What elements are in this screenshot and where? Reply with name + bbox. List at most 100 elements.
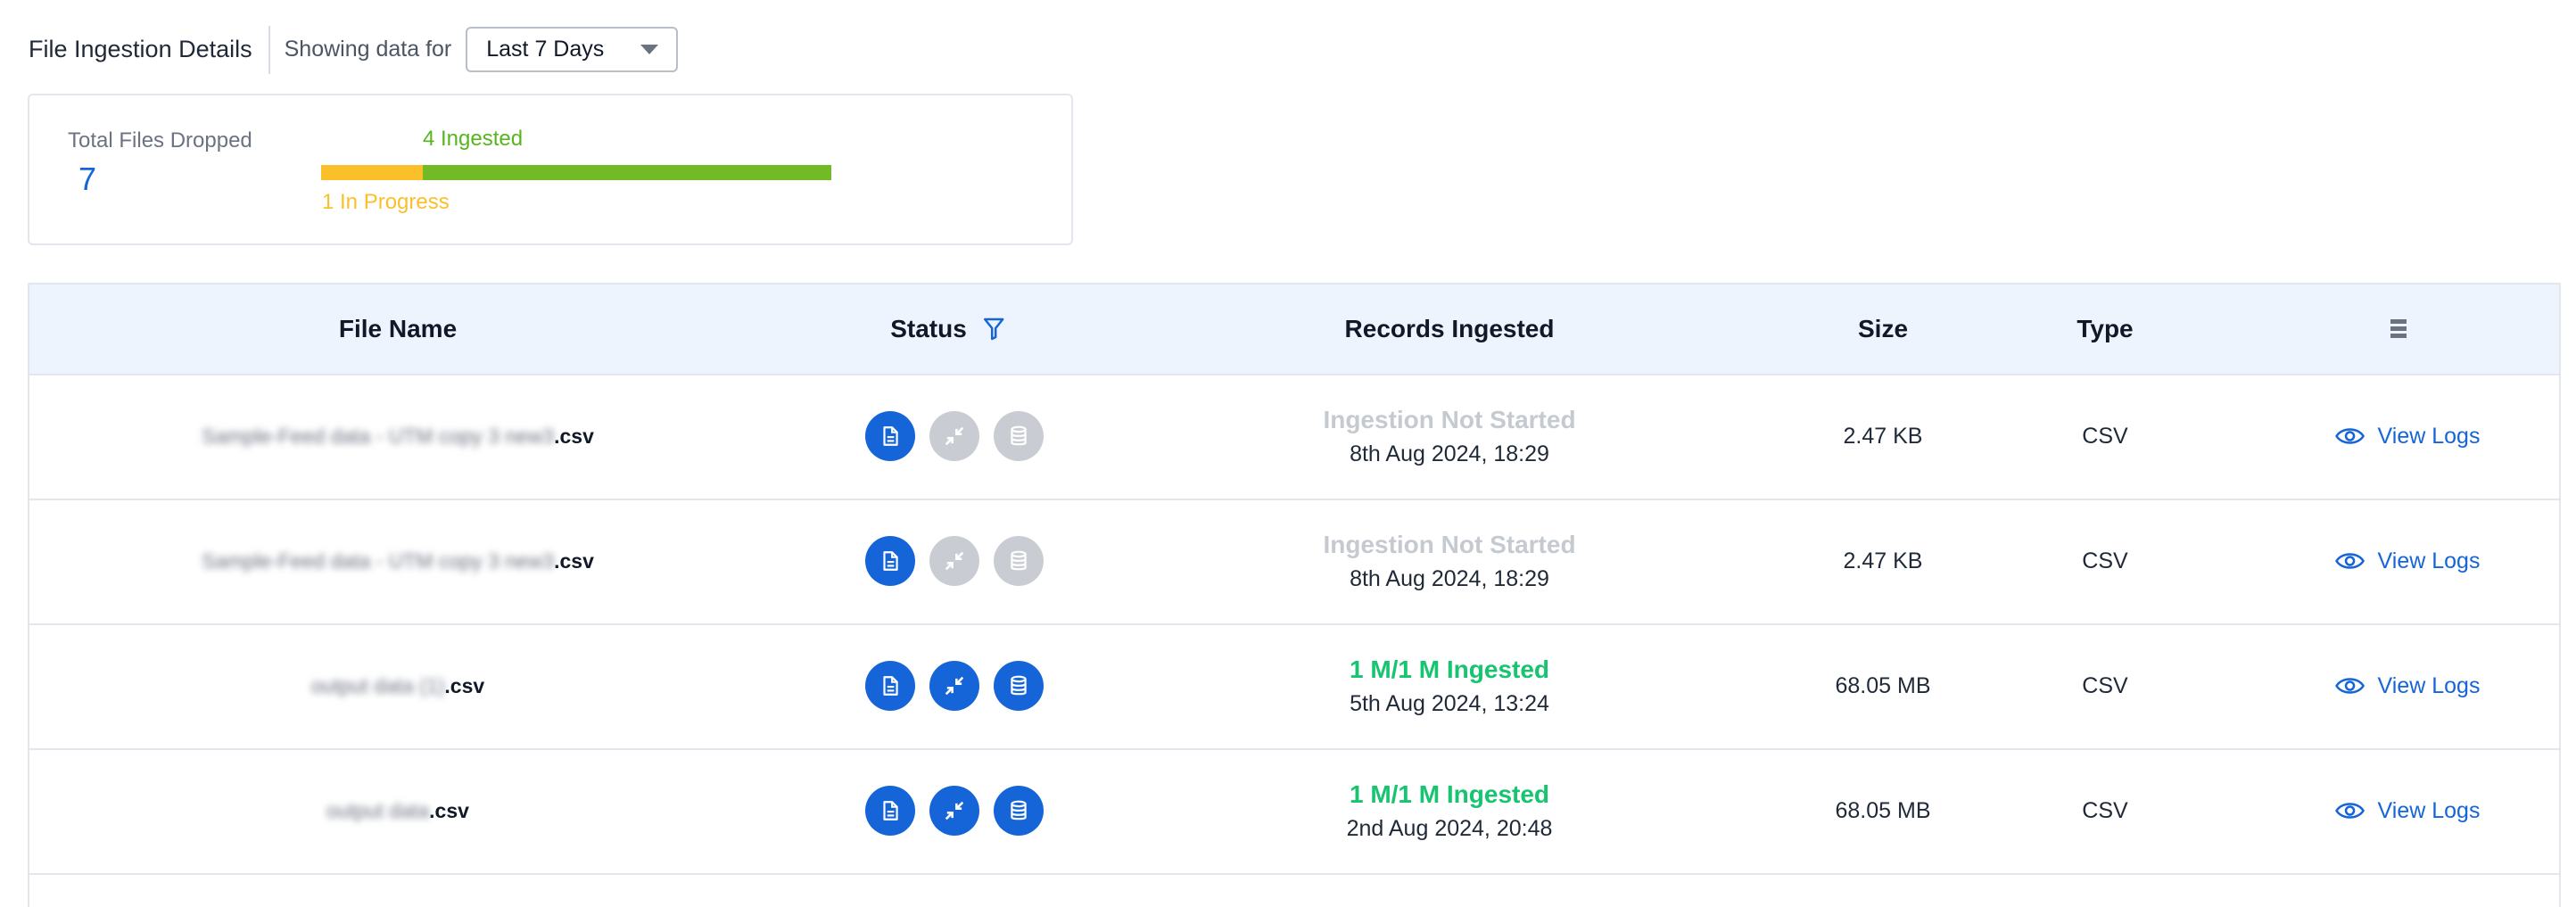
ingestion-date: 8th Aug 2024, 18:29 bbox=[1350, 565, 1549, 591]
file-name-header-label: File Name bbox=[338, 315, 458, 342]
size-cell: 68.05 MB bbox=[1835, 623, 1930, 748]
column-header-records-ingested: Records Ingested bbox=[1345, 284, 1555, 374]
summary-card: Total Files Dropped 7 4 Ingested 1 In Pr… bbox=[28, 94, 1073, 245]
document-icon[interactable] bbox=[865, 786, 915, 836]
eye-icon bbox=[2335, 425, 2378, 447]
file-name-blurred: output data bbox=[326, 798, 430, 822]
ingestion-date: 8th Aug 2024, 18:29 bbox=[1350, 441, 1549, 466]
file-name-cell: Sample-Feed data - UTM copy 3 new3 .csv bbox=[202, 374, 594, 499]
type-cell: CSV bbox=[2082, 623, 2127, 748]
eye-icon bbox=[2335, 550, 2378, 572]
date-range-value: Last 7 Days bbox=[486, 37, 605, 62]
records-status: Ingestion Not Started bbox=[1323, 405, 1576, 433]
file-name-blurred: Sample-Feed data - UTM copy 3 new3 bbox=[202, 424, 555, 448]
status-cell bbox=[865, 748, 1044, 873]
file-extension: .csv bbox=[554, 548, 594, 573]
database-icon[interactable] bbox=[994, 786, 1044, 836]
date-range-select[interactable]: Last 7 Days bbox=[466, 27, 679, 72]
status-cell bbox=[865, 374, 1044, 499]
view-logs-link[interactable]: View Logs bbox=[2335, 748, 2481, 873]
document-icon[interactable] bbox=[865, 536, 915, 586]
compress-arrows-icon[interactable] bbox=[929, 411, 979, 461]
database-icon[interactable] bbox=[994, 661, 1044, 711]
file-name: output data .csv bbox=[326, 799, 469, 823]
ingested-label: 4 Ingested bbox=[423, 127, 524, 151]
database-icon[interactable] bbox=[994, 411, 1044, 461]
ingestion-date: 5th Aug 2024, 13:24 bbox=[1350, 690, 1549, 716]
view-logs-label: View Logs bbox=[2377, 672, 2481, 698]
files-table: File Name Status Records Ingested Size T… bbox=[28, 283, 2561, 907]
view-logs-link[interactable]: View Logs bbox=[2335, 623, 2481, 748]
column-header-actions bbox=[2390, 284, 2407, 374]
in-progress-label: 1 In Progress bbox=[322, 190, 450, 214]
total-files-label: Total Files Dropped bbox=[68, 128, 252, 153]
type-cell: CSV bbox=[2082, 748, 2127, 873]
file-name-cell: output data (1) .csv bbox=[311, 623, 484, 748]
chevron-down-icon bbox=[640, 45, 659, 54]
file-type: CSV bbox=[2082, 548, 2128, 573]
ingested-segment bbox=[423, 165, 831, 180]
records-status: Ingestion Not Started bbox=[1323, 530, 1576, 558]
records-cell: Ingestion Not Started 8th Aug 2024, 18:2… bbox=[1323, 374, 1575, 499]
column-menu-icon[interactable] bbox=[2390, 317, 2407, 341]
showing-data-label: Showing data for bbox=[284, 37, 452, 62]
compress-arrows-icon[interactable] bbox=[929, 661, 979, 711]
page-title: File Ingestion Details bbox=[29, 36, 252, 62]
file-name-blurred: Sample-Feed data - UTM copy 3 new3 bbox=[202, 548, 555, 573]
file-name-blurred: output data (1) bbox=[310, 673, 445, 697]
eye-icon bbox=[2335, 800, 2378, 821]
file-type: CSV bbox=[2082, 672, 2128, 698]
file-name-cell: Sample-Feed data - UTM copy 3 new3 .csv bbox=[202, 499, 594, 623]
status-header-label: Status bbox=[890, 315, 967, 342]
view-logs-label: View Logs bbox=[2377, 423, 2481, 449]
status-step-icons bbox=[865, 411, 1044, 461]
file-size: 68.05 MB bbox=[1835, 797, 1931, 823]
view-logs-link[interactable]: View Logs bbox=[2335, 374, 2481, 499]
status-step-icons bbox=[865, 661, 1044, 711]
table-row: Sample-Feed data - UTM copy 3 new3 .csv I… bbox=[29, 374, 2559, 500]
records-cell: 1 M/1 M Ingested 5th Aug 2024, 13:24 bbox=[1350, 623, 1549, 748]
column-header-size: Size bbox=[1858, 284, 1908, 374]
status-cell bbox=[865, 623, 1044, 748]
column-header-file-name: File Name bbox=[339, 284, 457, 374]
status-step-icons bbox=[865, 536, 1044, 586]
compress-arrows-icon[interactable] bbox=[929, 536, 979, 586]
size-cell: 2.47 KB bbox=[1844, 499, 1923, 623]
records-status: 1 M/1 M Ingested bbox=[1349, 779, 1550, 808]
size-cell: 68.05 MB bbox=[1835, 748, 1930, 873]
file-name: Sample-Feed data - UTM copy 3 new3 .csv bbox=[202, 549, 594, 573]
view-logs-link[interactable]: View Logs bbox=[2335, 499, 2481, 623]
file-size: 2.47 KB bbox=[1843, 423, 1923, 449]
records-cell: 1 M/1 M Ingested 2nd Aug 2024, 20:48 bbox=[1347, 748, 1553, 873]
view-logs-label: View Logs bbox=[2377, 797, 2481, 823]
database-icon[interactable] bbox=[994, 536, 1044, 586]
table-row: Sample-Feed data - UTM copy 3 new3 .csv I… bbox=[29, 499, 2559, 625]
file-extension: .csv bbox=[429, 798, 469, 822]
filter-icon[interactable] bbox=[983, 317, 1004, 341]
ingestion-date: 2nd Aug 2024, 20:48 bbox=[1346, 815, 1553, 841]
header-divider bbox=[268, 25, 270, 74]
type-cell: CSV bbox=[2082, 499, 2127, 623]
type-cell: CSV bbox=[2082, 374, 2127, 499]
file-name: output data (1) .csv bbox=[311, 674, 484, 698]
view-logs-label: View Logs bbox=[2377, 548, 2481, 573]
file-extension: .csv bbox=[444, 673, 485, 697]
status-step-icons bbox=[865, 786, 1044, 836]
file-extension: .csv bbox=[554, 424, 594, 448]
eye-icon bbox=[2335, 675, 2378, 697]
file-size: 68.05 MB bbox=[1835, 672, 1931, 698]
document-icon[interactable] bbox=[865, 411, 915, 461]
column-header-type: Type bbox=[2076, 284, 2133, 374]
table-row: output data (1) .csv 1 M/1 M Ingested 5th… bbox=[29, 623, 2559, 750]
size-header-label: Size bbox=[1857, 315, 1909, 342]
column-header-status: Status bbox=[890, 284, 1004, 374]
table-header: File Name Status Records Ingested Size T… bbox=[29, 284, 2559, 375]
file-size: 2.47 KB bbox=[1843, 548, 1923, 573]
compress-arrows-icon[interactable] bbox=[929, 786, 979, 836]
file-type: CSV bbox=[2082, 797, 2128, 823]
size-cell: 2.47 KB bbox=[1844, 374, 1923, 499]
type-header-label: Type bbox=[2076, 315, 2134, 342]
document-icon[interactable] bbox=[865, 661, 915, 711]
in-progress-segment bbox=[321, 165, 424, 180]
file-name-cell: output data .csv bbox=[326, 748, 469, 873]
